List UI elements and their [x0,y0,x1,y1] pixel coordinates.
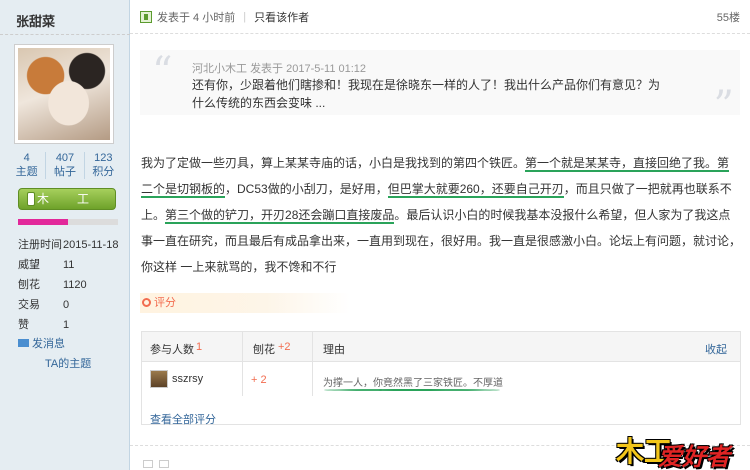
stat-label: 帖子 [53,166,76,178]
reason-underline [324,389,500,391]
rating-tab: 评分 [140,293,350,313]
info-key: 威望 [18,259,40,271]
floor-number[interactable]: 55楼 [717,9,740,25]
highlighted-text: 第三个做的铲刀，开刃28还会蹦口直接废品 [165,208,395,224]
stat-label: 积分 [92,166,115,178]
stat-value: 4 [23,152,30,164]
score-total: +2 [278,341,291,353]
reason-label: 理由 [323,344,345,356]
reply-icon[interactable] [143,460,153,468]
rating-icon [142,298,151,307]
share-icon[interactable] [159,460,169,468]
info-row: 赞1 [18,315,123,335]
user-rank-badge: 木 工 [18,188,116,210]
info-value: 11 [63,259,75,271]
rating-row: sszrsy + 2 为撑一人，你竟然黑了三家铁匠。不厚道 [142,362,740,396]
body-text: 我为了定做一些刃具，算上某某寺庙的话，小白是我找到的第四个铁匠。 [141,156,526,170]
info-value: 0 [63,299,70,311]
rating-table-header: 参与人数 1 刨花 +2 理由 收起 [142,332,740,362]
rater-avatar[interactable] [150,370,168,388]
stat-threads[interactable]: 4 主题 [8,152,47,179]
info-key: 注册时间 [18,239,62,251]
highlighted-text: 第一个就是某某寺，直接回绝了我。 [525,156,718,172]
post-time: 发表于 4 小时前 [157,12,236,24]
rater-reason: 为撑一人，你竟然黑了三家铁匠。不厚道 [323,378,503,389]
info-row: 刨花 1120 [18,275,123,295]
rating-tab-label: 评分 [154,297,176,309]
participants-label: 参与人数 [150,344,194,356]
author-stats: 4 主题 407 帖子 123 积分 [8,152,122,179]
info-row: 交易 0 [18,295,123,315]
view-all-ratings-link[interactable]: 查看全部评分 [150,411,216,427]
participants-count: 1 [196,341,203,353]
mail-icon [18,339,29,347]
body-text: ，DC53做的小刮刀，是好用， [225,182,388,196]
stat-value: 123 [94,152,113,164]
online-status-icon [140,11,152,23]
author-name[interactable]: 张甜菜 [16,11,55,30]
info-value: 1120 [63,279,87,291]
info-value: 1 [63,319,70,331]
collapse-link[interactable]: 收起 [705,341,727,357]
quote-block: “ 河北小木工 发表于 2017-5-11 01:12 还有你，少跟着他们瞎掺和… [140,49,740,126]
rater-name[interactable]: sszrsy [172,373,203,385]
author-only-link[interactable]: 只看该作者 [254,9,309,25]
author-info: 注册时间 2015-11-18 威望 11 刨花 1120 交易 0 赞1 [18,235,123,335]
info-key: 交易 [18,299,40,311]
post-action-icons [143,460,173,470]
rater-score: + 2 [251,374,267,386]
author-sidebar: 张甜菜 4 主题 407 帖子 123 积分 木 工 注册时间 2015-11-1… [0,0,130,470]
quote-author-link[interactable]: 河北小木工 [192,63,247,75]
info-row: 注册时间 2015-11-18 [18,235,123,255]
post-header: 发表于 4 小时前 | 只看该作者 55楼 [140,6,740,28]
info-key: 刨花 [18,279,40,291]
stat-posts[interactable]: 407 帖子 [46,152,85,179]
their-topics-link[interactable]: TA的主题 [45,355,91,371]
quote-open-icon: “ [152,49,173,95]
rank-icon [27,192,35,206]
stat-value: 407 [55,152,75,164]
divider [0,34,130,35]
quote-time: 发表于 2017-5-11 01:12 [250,63,367,75]
rank-progress-bar [18,219,118,225]
highlighted-text: 但巴掌大就要260，还要自己开刃 [387,182,564,198]
quote-text: 还有你，少跟着他们瞎掺和！我现在是徐晓东一样的人了！我出什么产品你们有意见？为什… [192,78,661,110]
quote-meta: 河北小木工 发表于 2017-5-11 01:12 [192,60,366,76]
avatar[interactable] [14,44,114,144]
rating-table: 参与人数 1 刨花 +2 理由 收起 sszrsy + 2 为撑一人，你竟然黑了… [141,331,741,427]
divider [130,33,750,34]
watermark-part2: 爱好者 [658,443,730,470]
separator: | [243,11,247,23]
info-value: 2015-11-18 [63,239,119,251]
score-label: 刨花 [253,344,275,356]
send-message-label: 发消息 [32,338,65,350]
info-key: 赞 [18,319,29,331]
rank-label: 木 工 [36,192,97,206]
stat-label: 主题 [15,166,38,178]
send-message-link[interactable]: 发消息 [18,335,65,351]
site-watermark-logo: 木工 爱好者 [610,430,750,470]
quote-close-icon: ” [713,83,734,129]
rank-progress-fill [18,219,68,225]
stat-points[interactable]: 123 积分 [85,152,122,179]
post-body: 我为了定做一些刃具，算上某某寺庙的话，小白是我找到的第四个铁匠。第一个就是某某寺… [141,150,741,280]
avatar-image [18,48,110,140]
info-row: 威望 11 [18,255,123,275]
